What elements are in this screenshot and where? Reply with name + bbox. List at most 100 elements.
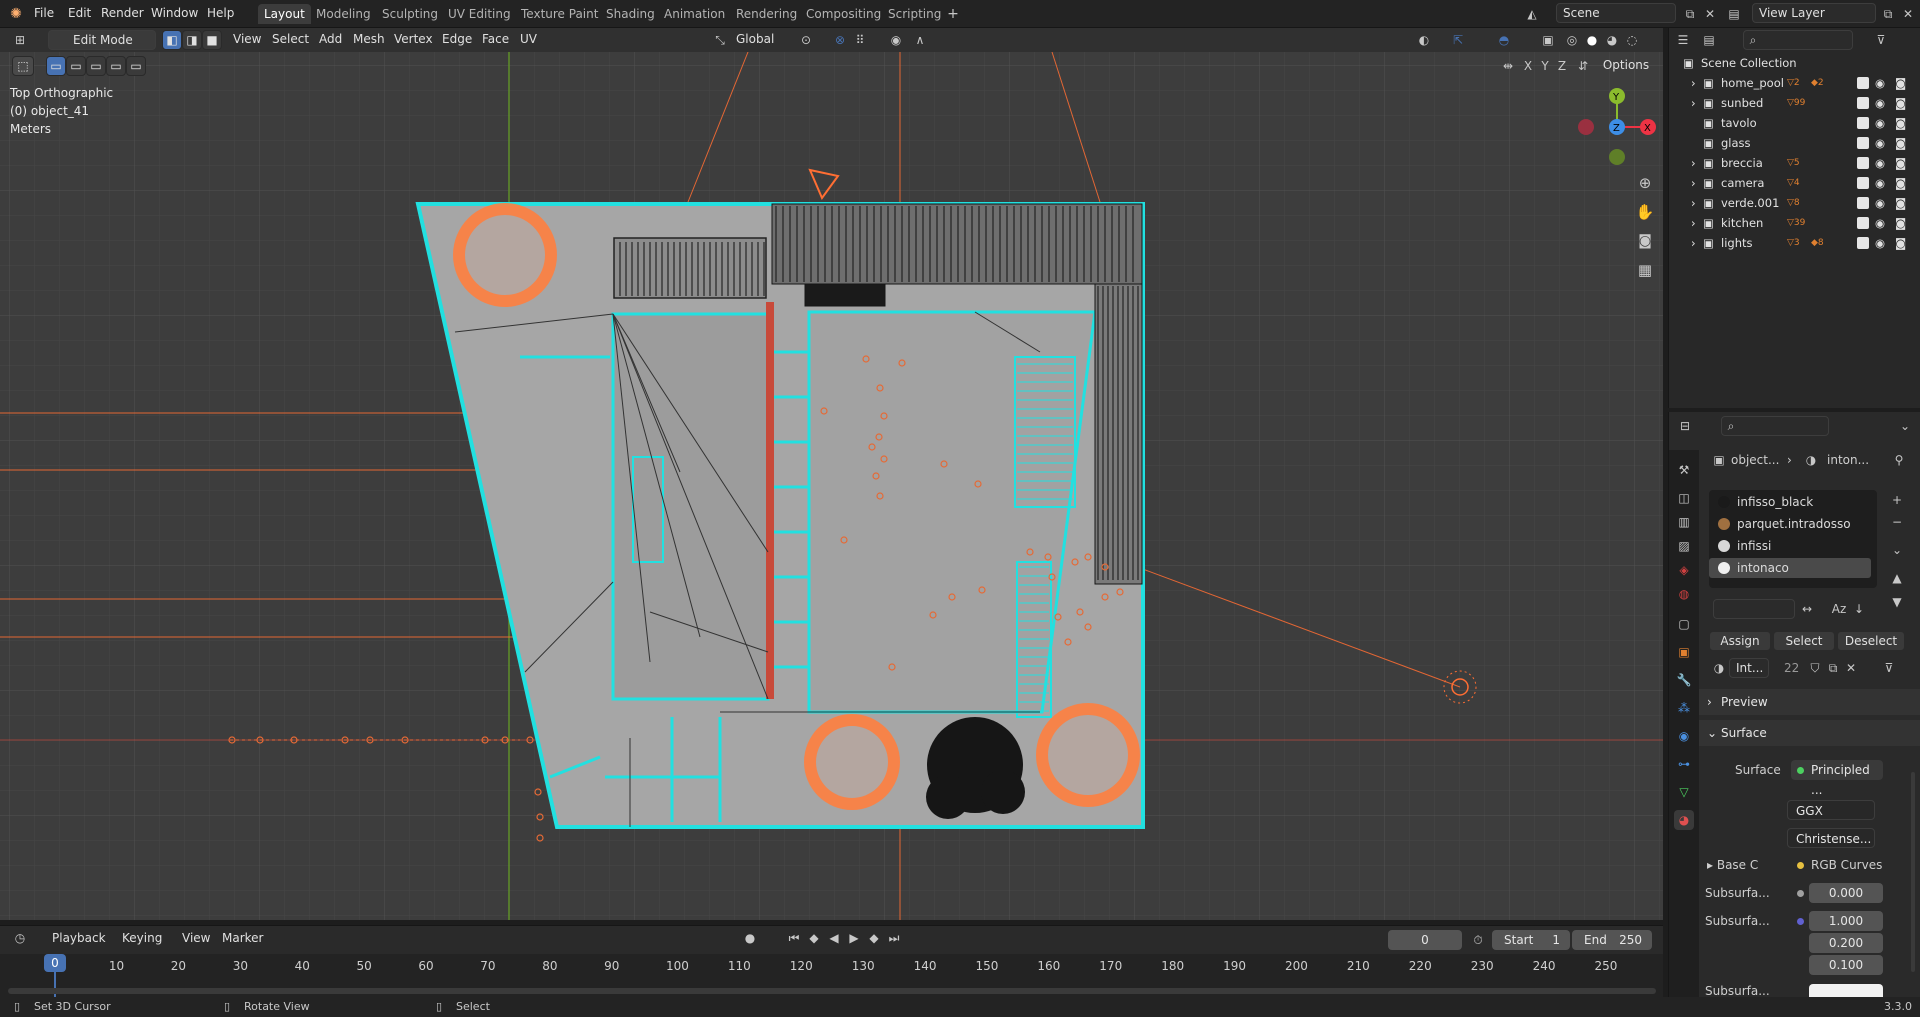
base-color-value[interactable]: RGB Curves xyxy=(1811,858,1882,872)
menu-vertex[interactable]: Vertex xyxy=(394,32,433,46)
viewport-canvas[interactable]: Y X Z xyxy=(0,52,1663,920)
ortho-grid-icon[interactable]: ▦ xyxy=(1635,260,1655,280)
camera-view-icon[interactable]: ◙ xyxy=(1635,231,1655,251)
move-slot-up-icon[interactable]: ▲ xyxy=(1887,568,1907,588)
select-box-mode-invert[interactable]: ▭ xyxy=(106,56,126,76)
pan-hand-icon[interactable]: ✋ xyxy=(1635,202,1655,222)
expand-arrow-icon[interactable]: › xyxy=(1691,193,1696,213)
unlink-material-icon[interactable]: ✕ xyxy=(1841,658,1861,678)
subsurface-radius-z[interactable]: 0.100 xyxy=(1809,955,1883,975)
object-tab-icon[interactable]: ▣ xyxy=(1674,642,1694,662)
wireframe-shading-icon[interactable]: ◎ xyxy=(1562,30,1582,50)
menu-uv[interactable]: UV xyxy=(520,32,537,46)
outliner-row-breccia[interactable]: › ▣ breccia ▽5 ◉ ◙ xyxy=(1669,153,1920,173)
material-slot-item[interactable]: infissi xyxy=(1709,536,1871,556)
expand-arrow-icon[interactable]: › xyxy=(1691,153,1696,173)
mode-selector[interactable]: Edit Mode xyxy=(48,30,156,50)
subsurface-radius-x[interactable]: 1.000 xyxy=(1809,911,1883,931)
fake-user-icon[interactable]: ⛉ xyxy=(1805,658,1825,678)
jump-keyframe-forward-icon[interactable]: ◆ xyxy=(864,928,884,948)
tab-modeling[interactable]: Modeling xyxy=(310,4,377,24)
sort-alpha-icon[interactable]: Az xyxy=(1829,599,1849,619)
expand-arrow-icon[interactable]: › xyxy=(1691,73,1696,93)
new-scene-icon[interactable]: ⧉ xyxy=(1680,4,1700,24)
tab-rendering[interactable]: Rendering xyxy=(730,4,803,24)
include-checkbox[interactable] xyxy=(1857,237,1869,249)
include-checkbox[interactable] xyxy=(1857,177,1869,189)
play-icon[interactable]: ▶ xyxy=(844,928,864,948)
timeline-scrollbar[interactable] xyxy=(8,988,1656,994)
material-slot-item[interactable]: parquet.intradosso xyxy=(1709,514,1871,534)
distribution-dropdown[interactable]: GGX xyxy=(1787,800,1875,820)
subsurface-value[interactable]: 0.000 xyxy=(1809,883,1883,903)
visibility-icon[interactable]: ◐ xyxy=(1414,30,1434,50)
current-frame-field[interactable]: 0 xyxy=(1388,930,1462,950)
material-shading-icon[interactable]: ◕ xyxy=(1602,30,1622,50)
select-tool-button[interactable]: ⬚ xyxy=(12,56,34,76)
select-box-mode-extend[interactable]: ▭ xyxy=(66,56,86,76)
pin-icon[interactable]: ⚲ xyxy=(1889,450,1909,470)
constraints-tab-icon[interactable]: ⊶ xyxy=(1674,754,1694,774)
include-checkbox[interactable] xyxy=(1857,97,1869,109)
invert-filter-icon[interactable]: ↔ xyxy=(1797,599,1817,619)
properties-scrollbar[interactable] xyxy=(1911,772,1915,972)
render-camera-icon[interactable]: ◙ xyxy=(1895,233,1906,253)
duplicate-material-icon[interactable]: ⧉ xyxy=(1823,658,1843,678)
tab-uv-editing[interactable]: UV Editing xyxy=(442,4,517,24)
menu-timeline-view[interactable]: View xyxy=(182,931,210,945)
scene-icon[interactable]: ◭ xyxy=(1522,4,1542,24)
display-mode-icon[interactable]: ▤ xyxy=(1699,30,1719,50)
outliner-row-glass[interactable]: ▣ glass ◉ ◙ xyxy=(1669,133,1920,153)
menu-window[interactable]: Window xyxy=(151,6,198,20)
solid-shading-icon[interactable]: ● xyxy=(1582,30,1602,50)
xray-icon[interactable]: ▣ xyxy=(1538,30,1558,50)
material-slot-item[interactable]: infisso_black xyxy=(1709,492,1871,512)
link-filter-icon[interactable]: ⊽ xyxy=(1879,658,1899,678)
view-layer-field[interactable]: View Layer xyxy=(1752,3,1876,23)
sort-reverse-icon[interactable]: ↓ xyxy=(1849,599,1869,619)
surface-shader-field[interactable]: Principled ... xyxy=(1791,760,1883,797)
gizmo-toggle-icon[interactable]: ⇱ xyxy=(1448,30,1468,50)
menu-face[interactable]: Face xyxy=(482,32,509,46)
stopwatch-icon[interactable]: ⏱ xyxy=(1468,930,1488,950)
tab-layout[interactable]: Layout xyxy=(258,4,311,24)
include-checkbox[interactable] xyxy=(1857,217,1869,229)
delete-view-layer-icon[interactable]: ✕ xyxy=(1898,4,1918,24)
tab-animation[interactable]: Animation xyxy=(658,4,731,24)
menu-keying[interactable]: Keying xyxy=(122,931,162,945)
menu-view[interactable]: View xyxy=(233,32,261,46)
jump-start-icon[interactable]: ⏮ xyxy=(784,928,804,948)
menu-help[interactable]: Help xyxy=(207,6,234,20)
menu-edit[interactable]: Edit xyxy=(68,6,91,20)
edge-select-button[interactable]: ◨ xyxy=(182,30,202,50)
add-workspace-icon[interactable]: + xyxy=(943,4,963,24)
output-tab-icon[interactable]: ▥ xyxy=(1674,512,1694,532)
new-view-layer-icon[interactable]: ⧉ xyxy=(1878,4,1898,24)
expand-arrow-icon[interactable]: › xyxy=(1691,233,1696,253)
tab-texture-paint[interactable]: Texture Paint xyxy=(515,4,604,24)
jump-end-icon[interactable]: ⏭ xyxy=(884,928,904,948)
menu-render[interactable]: Render xyxy=(101,6,144,20)
tab-compositing[interactable]: Compositing xyxy=(800,4,887,24)
expand-arrow-icon[interactable]: › xyxy=(1691,173,1696,193)
playhead-frame-indicator[interactable]: 0 xyxy=(44,954,66,972)
remove-slot-icon[interactable]: − xyxy=(1887,512,1907,532)
filter-icon[interactable]: ⊽ xyxy=(1871,30,1891,50)
rendered-shading-icon[interactable]: ◌ xyxy=(1622,30,1642,50)
tab-sculpting[interactable]: Sculpting xyxy=(376,4,444,24)
render-camera-icon[interactable]: ◙ xyxy=(1895,213,1906,233)
select-box-mode-subtract[interactable]: ▭ xyxy=(86,56,106,76)
play-reverse-icon[interactable]: ◀ xyxy=(824,928,844,948)
expand-arrow-icon[interactable]: › xyxy=(1691,93,1696,113)
proportional-edit-icon[interactable]: ◉ xyxy=(886,30,906,50)
render-camera-icon[interactable]: ◙ xyxy=(1895,73,1906,93)
outliner-row-lights[interactable]: › ▣ lights ▽3 ◆8 ◉ ◙ xyxy=(1669,233,1920,253)
select-box-mode-intersect[interactable]: ▭ xyxy=(126,56,146,76)
eye-icon[interactable]: ◉ xyxy=(1875,233,1885,253)
include-checkbox[interactable] xyxy=(1857,77,1869,89)
render-camera-icon[interactable]: ◙ xyxy=(1895,153,1906,173)
menu-playback[interactable]: Playback xyxy=(52,931,106,945)
data-tab-icon[interactable]: ▽ xyxy=(1674,782,1694,802)
include-checkbox[interactable] xyxy=(1857,117,1869,129)
start-frame-field[interactable]: Start 1 xyxy=(1492,930,1570,950)
